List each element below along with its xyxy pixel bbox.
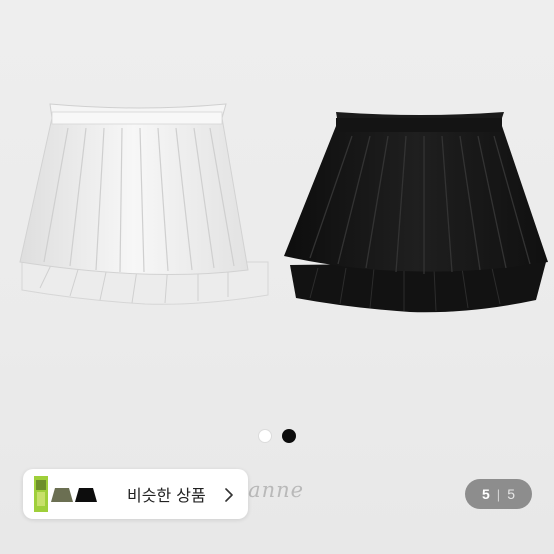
current-page: 5 (482, 486, 490, 502)
white-skirt-image (19, 103, 269, 305)
swatch-black[interactable] (282, 429, 296, 443)
chevron-right-icon (222, 487, 236, 502)
total-pages: 5 (507, 486, 515, 502)
page-separator: | (496, 486, 501, 502)
similar-products-label: 비슷한 상품 (127, 486, 206, 505)
similar-products-button[interactable]: 비슷한 상품 (23, 469, 248, 519)
product-image (19, 103, 548, 313)
black-skirt-image (284, 112, 548, 313)
color-swatch-indicators (258, 429, 296, 443)
swatch-white[interactable] (258, 429, 272, 443)
product-image-viewer[interactable]: zanne 비슷한 상품 5 | 5 (0, 0, 554, 554)
image-page-counter: 5 | 5 (465, 479, 532, 509)
similar-products-thumbnail (33, 476, 105, 512)
